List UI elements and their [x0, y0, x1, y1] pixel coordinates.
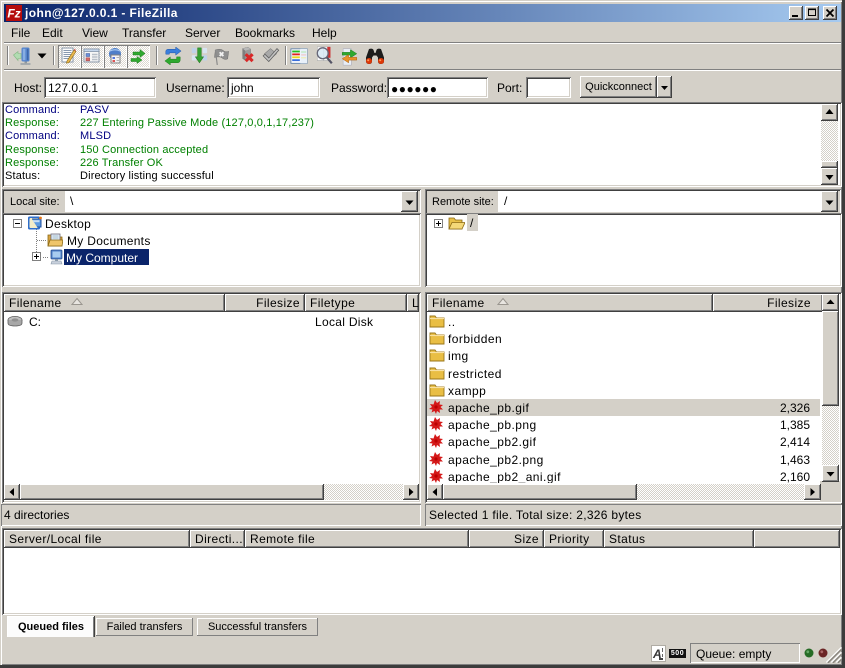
svg-text:Fz: Fz — [7, 7, 20, 21]
